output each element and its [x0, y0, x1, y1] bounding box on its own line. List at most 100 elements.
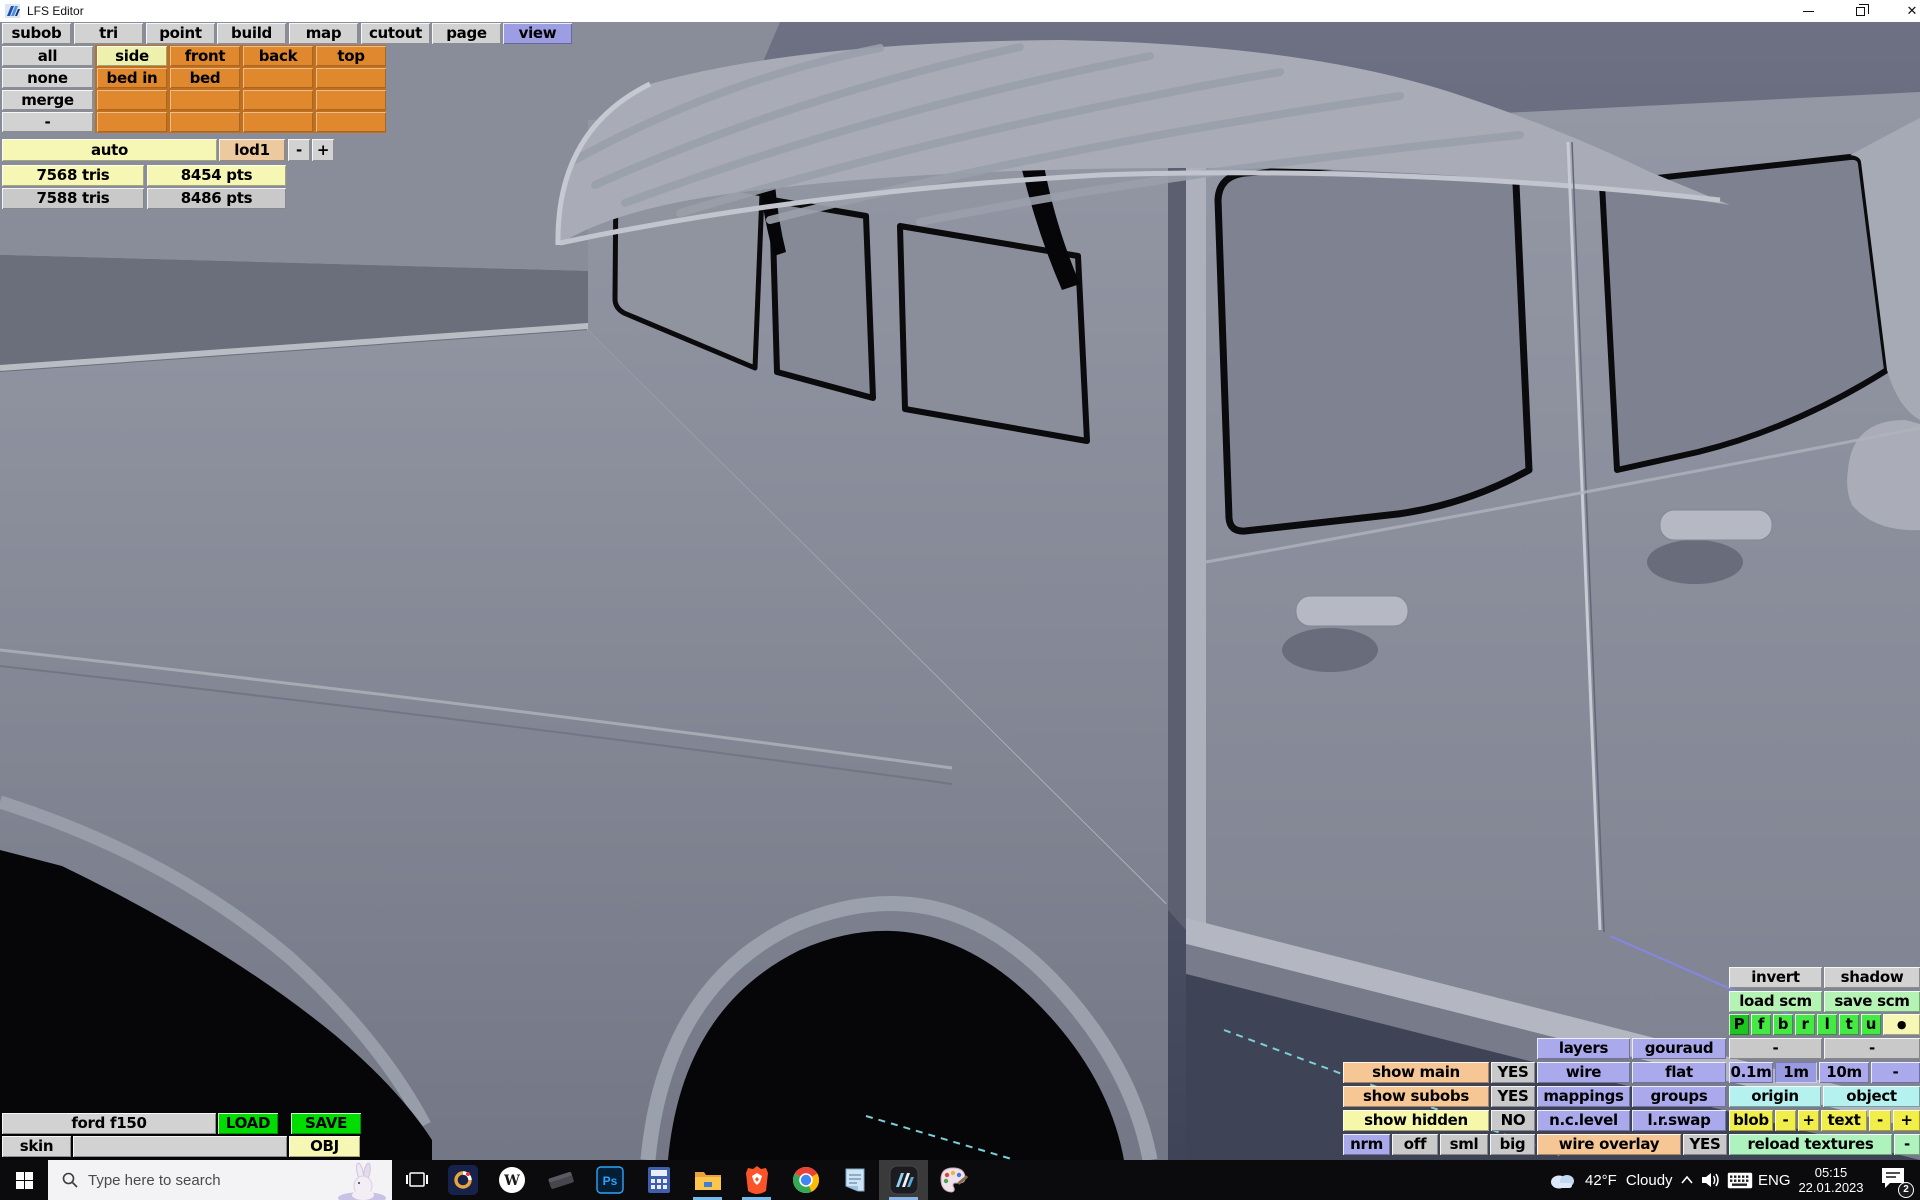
gouraud-button[interactable]: gouraud	[1632, 1038, 1726, 1059]
grid-cell-back[interactable]: back	[243, 46, 313, 66]
load-scm-button[interactable]: load scm	[1729, 991, 1822, 1012]
dash-button-2[interactable]: -	[1824, 1038, 1920, 1059]
notification-button[interactable]: 2	[1880, 1166, 1912, 1194]
menu-view[interactable]: view	[503, 23, 572, 44]
show-main-label[interactable]: show main	[1343, 1062, 1489, 1083]
taskbar-brave[interactable]	[732, 1160, 781, 1200]
blob-plus-button[interactable]: +	[1798, 1110, 1819, 1131]
lod-level-button[interactable]: lod1	[219, 139, 285, 161]
menu-build[interactable]: build	[217, 23, 286, 44]
language-indicator[interactable]: ENG	[1758, 1160, 1791, 1200]
big-button[interactable]: big	[1490, 1134, 1535, 1155]
object-button[interactable]: object	[1823, 1086, 1920, 1107]
taskbar-tablet-app[interactable]	[536, 1160, 585, 1200]
clock-widget[interactable]: 05:15 22.01.2023 r.	[1794, 1160, 1868, 1200]
grid-cell-empty[interactable]	[243, 90, 313, 110]
proj-u-button[interactable]: u	[1861, 1014, 1881, 1035]
skin-name-field[interactable]	[73, 1136, 287, 1157]
scale-10m-button[interactable]: 10m	[1819, 1062, 1869, 1083]
merge-button[interactable]: merge	[2, 90, 93, 110]
blob-button[interactable]: blob	[1729, 1110, 1773, 1131]
origin-button[interactable]: origin	[1729, 1086, 1821, 1107]
model-name-field[interactable]: ford f150	[2, 1113, 216, 1134]
lr-swap-button[interactable]: l.r.swap	[1632, 1110, 1726, 1131]
proj-l-button[interactable]: l	[1817, 1014, 1837, 1035]
volume-button[interactable]	[1700, 1160, 1722, 1200]
minus-button[interactable]: -	[2, 112, 93, 132]
taskbar-chrome[interactable]	[781, 1160, 830, 1200]
menu-point[interactable]: point	[146, 23, 215, 44]
show-hidden-label[interactable]: show hidden	[1343, 1110, 1489, 1131]
start-button[interactable]	[0, 1160, 48, 1200]
blob-minus-button[interactable]: -	[1775, 1110, 1796, 1131]
load-button[interactable]: LOAD	[218, 1113, 278, 1134]
scale-1m-button[interactable]: 1m	[1775, 1062, 1817, 1083]
select-none-button[interactable]: none	[2, 68, 93, 88]
proj-dot-button[interactable]: ●	[1883, 1014, 1920, 1035]
menu-page[interactable]: page	[432, 23, 501, 44]
shadow-button[interactable]: shadow	[1824, 967, 1920, 988]
wire-overlay-value[interactable]: YES	[1683, 1134, 1727, 1155]
grid-cell-front[interactable]: front	[170, 46, 240, 66]
show-subobs-value[interactable]: YES	[1491, 1086, 1535, 1107]
menu-tri[interactable]: tri	[74, 23, 143, 44]
taskbar-notepad[interactable]	[830, 1160, 879, 1200]
dash-button-1[interactable]: -	[1729, 1038, 1822, 1059]
grid-cell-empty[interactable]	[97, 112, 167, 132]
menu-cutout[interactable]: cutout	[361, 23, 430, 44]
grid-cell-empty[interactable]	[316, 112, 386, 132]
reload-minus-button[interactable]: -	[1894, 1134, 1920, 1155]
off-button[interactable]: off	[1392, 1134, 1438, 1155]
text-plus-button[interactable]: +	[1893, 1110, 1920, 1131]
text-minus-button[interactable]: -	[1869, 1110, 1891, 1131]
text-button[interactable]: text	[1821, 1110, 1867, 1131]
taskbar-photoshop[interactable]: Ps	[585, 1160, 634, 1200]
nc-level-button[interactable]: n.c.level	[1537, 1110, 1630, 1131]
grid-cell-side[interactable]: side	[97, 46, 167, 66]
grid-cell-empty[interactable]	[170, 112, 240, 132]
grid-cell-empty[interactable]	[243, 68, 313, 88]
wire-button[interactable]: wire	[1537, 1062, 1630, 1083]
close-button[interactable]: ✕	[1890, 0, 1920, 22]
task-view-button[interactable]	[392, 1160, 441, 1200]
taskbar-calculator[interactable]	[634, 1160, 683, 1200]
groups-button[interactable]: groups	[1632, 1086, 1726, 1107]
invert-button[interactable]: invert	[1729, 967, 1822, 988]
scale-01m-button[interactable]: 0.1m	[1729, 1062, 1773, 1083]
proj-t-button[interactable]: t	[1839, 1014, 1859, 1035]
proj-b-button[interactable]: b	[1773, 1014, 1793, 1035]
lod-auto-button[interactable]: auto	[2, 139, 217, 161]
save-scm-button[interactable]: save scm	[1824, 991, 1920, 1012]
skin-button[interactable]: skin	[2, 1136, 71, 1157]
show-subobs-label[interactable]: show subobs	[1343, 1086, 1489, 1107]
menu-map[interactable]: map	[289, 23, 358, 44]
wire-overlay-label[interactable]: wire overlay	[1537, 1134, 1681, 1155]
grid-cell-bed[interactable]: bed	[170, 68, 240, 88]
layers-button[interactable]: layers	[1537, 1038, 1630, 1059]
taskbar-lfs-editor[interactable]	[879, 1160, 928, 1200]
flat-button[interactable]: flat	[1632, 1062, 1726, 1083]
grid-cell-empty[interactable]	[97, 90, 167, 110]
tray-chevron[interactable]	[1680, 1160, 1694, 1200]
grid-cell-top[interactable]: top	[316, 46, 386, 66]
taskbar-w-app[interactable]: W	[487, 1160, 536, 1200]
menu-subob[interactable]: subob	[2, 23, 71, 44]
grid-cell-empty[interactable]	[316, 68, 386, 88]
lod-minus-button[interactable]: -	[288, 139, 310, 161]
scale-dash-button[interactable]: -	[1871, 1062, 1920, 1083]
show-hidden-value[interactable]: NO	[1491, 1110, 1535, 1131]
select-all-button[interactable]: all	[2, 46, 93, 66]
grid-cell-bed-in[interactable]: bed in	[97, 68, 167, 88]
taskbar-file-explorer[interactable]	[683, 1160, 732, 1200]
minimize-button[interactable]	[1786, 0, 1830, 22]
weather-widget[interactable]: 42°F Cloudy	[1548, 1160, 1673, 1200]
show-main-value[interactable]: YES	[1491, 1062, 1535, 1083]
search-box[interactable]	[48, 1160, 392, 1200]
viewport-3d[interactable]	[0, 22, 1920, 1160]
taskbar-ring-app[interactable]	[438, 1160, 487, 1200]
grid-cell-empty[interactable]	[316, 90, 386, 110]
proj-r-button[interactable]: r	[1795, 1014, 1815, 1035]
reload-textures-button[interactable]: reload textures	[1729, 1134, 1892, 1155]
taskbar-paint[interactable]	[928, 1160, 977, 1200]
proj-f-button[interactable]: f	[1751, 1014, 1771, 1035]
